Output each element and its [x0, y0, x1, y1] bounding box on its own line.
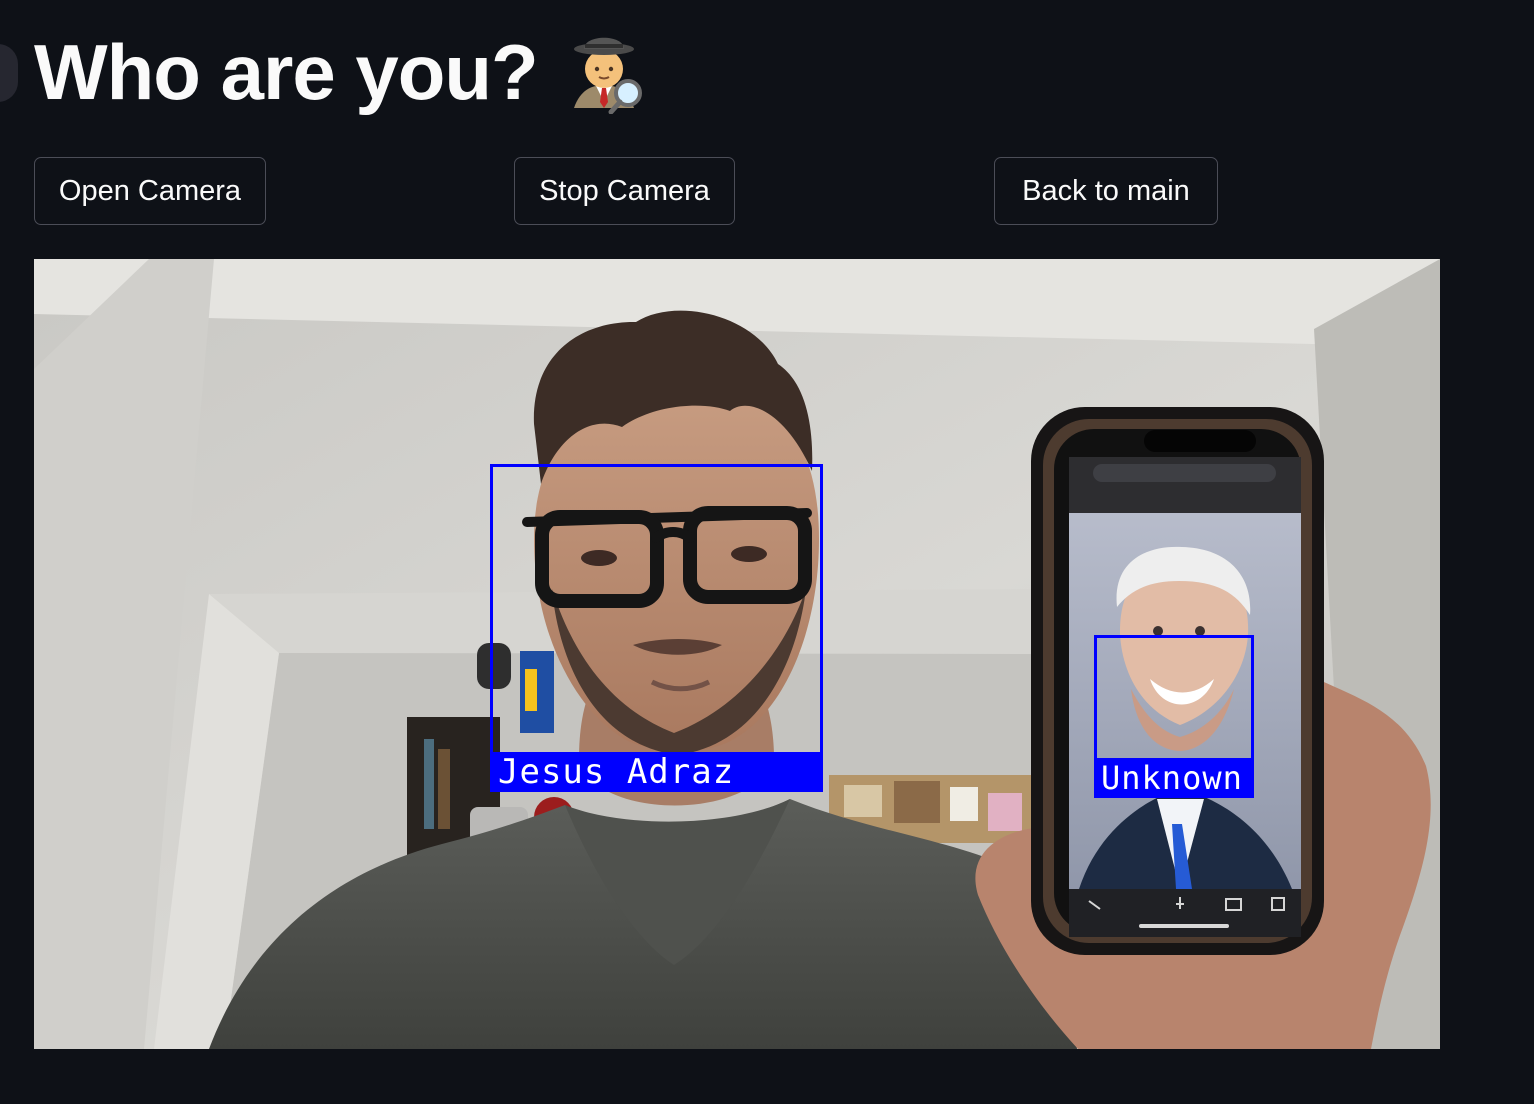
page-title-container: Who are you? [34, 22, 646, 122]
stop-camera-button[interactable]: Stop Camera [514, 157, 735, 225]
sidebar-collapse-handle[interactable] [0, 44, 18, 102]
app-page: Who are you? Open Camera Stop Camera Bac… [0, 0, 1534, 1104]
back-to-main-button[interactable]: Back to main [994, 157, 1218, 225]
open-camera-button[interactable]: Open Camera [34, 157, 266, 225]
face-detection-label: Unknown [1094, 758, 1254, 798]
face-detection-label: Jesus Adraz [490, 752, 823, 792]
face-detection-box [1094, 635, 1254, 761]
page-title: Who are you? [34, 28, 539, 116]
camera-feed: Jesus Adraz Unknown [34, 259, 1440, 1049]
face-detection-box [490, 464, 823, 755]
detective-icon [562, 30, 646, 115]
